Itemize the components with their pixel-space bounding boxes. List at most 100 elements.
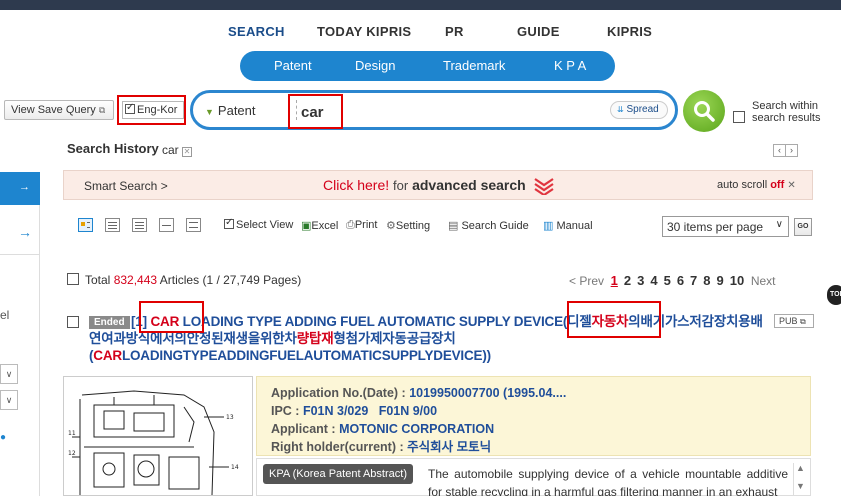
history-term[interactable]: car ✕: [162, 143, 193, 157]
left-panel-link[interactable]: ●: [0, 432, 6, 443]
view-save-query-button[interactable]: View Save Query ⧉: [4, 100, 114, 120]
view-grid-icon[interactable]: [186, 218, 201, 232]
page-link-7[interactable]: 7: [690, 273, 697, 288]
search-scope-dropdown[interactable]: ▼ Patent: [205, 103, 256, 118]
view-thumbnail-icon[interactable]: [78, 218, 93, 232]
eng-kor-checkbox[interactable]: [125, 102, 135, 114]
page-link-1[interactable]: 1: [611, 273, 618, 288]
eng-kor-label: Eng-Kor: [137, 104, 178, 116]
chevron-down-icon: ∨: [775, 219, 783, 230]
svg-text:12: 12: [68, 450, 76, 457]
view-image-icon[interactable]: [159, 218, 174, 232]
page-link-9[interactable]: 9: [717, 273, 724, 288]
excel-button[interactable]: ▣Excel: [301, 219, 338, 232]
triangle-down-icon[interactable]: ▼: [796, 481, 805, 491]
page-link-10[interactable]: 10: [730, 273, 744, 288]
chevron-down-icon: [534, 178, 554, 195]
nav-today-kipris[interactable]: TODAY KIPRIS: [317, 24, 411, 39]
car-highlight: [139, 301, 204, 333]
page-link-5[interactable]: 5: [664, 273, 671, 288]
title-highlight: CAR: [93, 348, 122, 363]
gear-icon: ⚙: [386, 220, 396, 232]
left-panel: → → el ∨ ∨ ●: [0, 172, 40, 496]
page-link-4[interactable]: 4: [650, 273, 657, 288]
select-all-checkbox[interactable]: [67, 273, 79, 285]
pub-label: PUB: [779, 316, 798, 326]
scroll-top-button[interactable]: TOP: [827, 285, 841, 305]
articles-label: Articles: [159, 273, 200, 287]
view-list-icon[interactable]: [105, 218, 120, 232]
kpa-text: The automobile supplying device of a veh…: [428, 467, 788, 496]
select-view-checkbox[interactable]: [224, 217, 234, 229]
nav-guide[interactable]: GUIDE: [517, 24, 560, 39]
subnav-patent[interactable]: Patent: [274, 58, 312, 73]
document-icon: ▤: [448, 220, 459, 232]
close-icon: ✕: [787, 180, 796, 191]
page-link-8[interactable]: 8: [703, 273, 710, 288]
pages-info: (1 / 27,749 Pages): [202, 273, 302, 287]
left-dropdown-1[interactable]: ∨: [0, 364, 18, 384]
top-bar: [0, 0, 841, 10]
subnav-kpa[interactable]: K P A: [554, 58, 586, 73]
search-guide-label: Search Guide: [461, 220, 529, 232]
kpa-tag: KPA (Korea Patent Abstract): [263, 464, 413, 484]
nav-search[interactable]: SEARCH: [228, 24, 285, 39]
click-here-text: Click here!: [323, 177, 390, 193]
history-term-label: car: [162, 143, 179, 157]
subnav-design[interactable]: Design: [355, 58, 395, 73]
arrow-right-icon[interactable]: →: [18, 224, 32, 240]
external-link-icon: ⧉: [98, 105, 106, 115]
total-summary: Total 832,443 Articles (1 / 27,749 Pages…: [67, 273, 301, 287]
left-panel-tab[interactable]: →: [0, 172, 40, 205]
ipc-value[interactable]: F01N 3/029 F01N 9/00: [303, 404, 437, 418]
page-link-2[interactable]: 2: [624, 273, 631, 288]
applicant-value[interactable]: MOTONIC CORPORATION: [339, 422, 494, 436]
result-checkbox[interactable]: [67, 316, 79, 328]
per-page-value: 30 items per page: [667, 220, 764, 234]
drawing-thumbnail[interactable]: 11 12 13 14: [63, 376, 253, 496]
bibliographic-info: Application No.(Date) : 1019950007700 (1…: [256, 376, 811, 456]
chevron-right-icon[interactable]: ›: [785, 144, 798, 157]
left-dropdown-2[interactable]: ∨: [0, 390, 18, 410]
print-button[interactable]: ⎙Print: [346, 219, 377, 232]
eng-kor-toggle[interactable]: Eng-Kor: [122, 101, 184, 119]
korean-car-highlight: [567, 301, 661, 338]
advanced-search-link[interactable]: Click here! for advanced search: [323, 177, 526, 193]
page-link-6[interactable]: 6: [677, 273, 684, 288]
svg-text:13: 13: [226, 414, 234, 421]
subnav-trademark[interactable]: Trademark: [443, 58, 505, 73]
book-icon: ▥: [543, 220, 554, 232]
holder-value[interactable]: 주식회사 모토닉: [407, 440, 491, 454]
prev-page-link[interactable]: < Prev: [569, 274, 604, 288]
view-text-icon[interactable]: [132, 218, 147, 232]
next-page-link[interactable]: Next: [751, 274, 776, 288]
applicant: Applicant : MOTONIC CORPORATION: [271, 420, 810, 438]
page-link-3[interactable]: 3: [637, 273, 644, 288]
spread-button[interactable]: ⇊ Spread: [610, 101, 668, 119]
triangle-up-icon[interactable]: ▲: [796, 463, 805, 473]
nav-pr[interactable]: PR: [445, 24, 464, 39]
pub-button[interactable]: PUB ⧉: [774, 314, 814, 328]
search-guide-button[interactable]: ▤ Search Guide: [448, 219, 529, 232]
select-view-option[interactable]: Select View: [224, 217, 293, 231]
nav-kipris[interactable]: KIPRIS: [607, 24, 652, 39]
per-page-select[interactable]: 30 items per page ∨: [662, 216, 789, 237]
result-toolbar: Select View ▣Excel ⎙Print ⚙Setting ▤ Sea…: [78, 216, 813, 238]
left-panel-text: el: [0, 308, 10, 322]
manual-button[interactable]: ▥ Manual: [543, 219, 593, 232]
application-value[interactable]: 1019950007700 (1995.04....: [409, 386, 566, 400]
arrow-right-icon: →: [19, 181, 30, 193]
close-icon[interactable]: ✕: [182, 147, 193, 157]
excel-icon: ▣: [301, 220, 312, 232]
search-within-checkbox[interactable]: [733, 111, 745, 123]
search-within-label: Search within search results: [752, 100, 821, 124]
auto-scroll-toggle[interactable]: auto scroll off ✕: [717, 179, 796, 191]
eng-kor-highlight: Eng-Kor: [117, 95, 186, 125]
application-label: Application No.(Date) :: [271, 386, 410, 400]
setting-button[interactable]: ⚙Setting: [386, 219, 430, 232]
per-page-go-button[interactable]: GO: [794, 218, 812, 236]
search-button[interactable]: [683, 90, 725, 132]
total-count: 832,443: [113, 273, 158, 287]
smart-search-label[interactable]: Smart Search >: [84, 179, 168, 193]
kpa-scrollbar[interactable]: ▲ ▼: [793, 463, 807, 496]
